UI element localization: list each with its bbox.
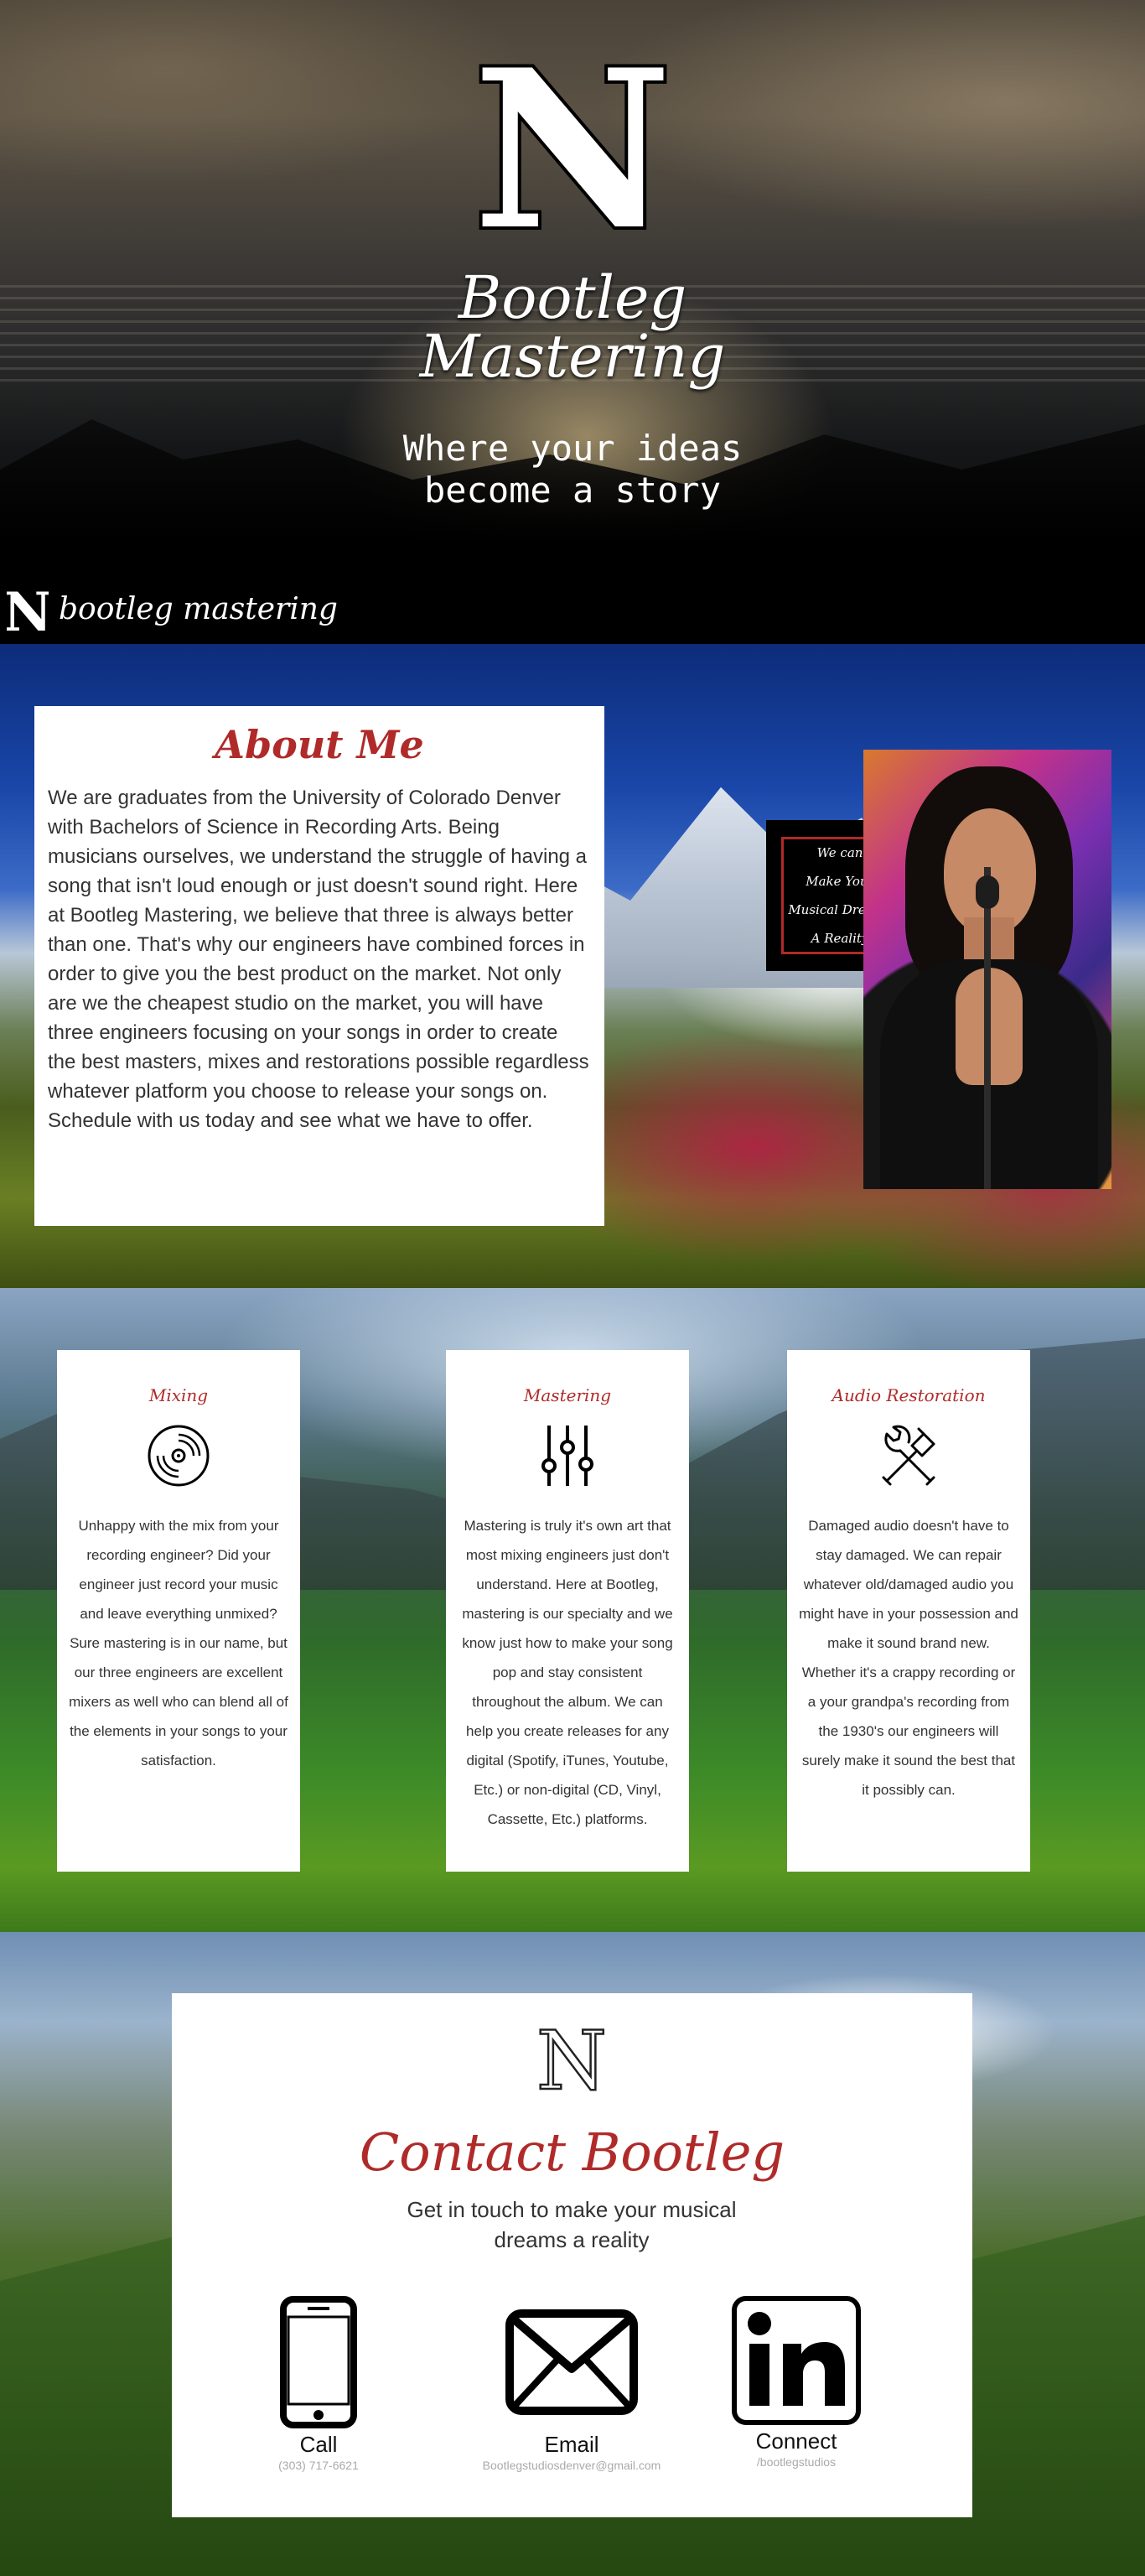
service-body: Unhappy with the mix from your recording… [69, 1518, 288, 1768]
vinyl-record-icon [148, 1425, 210, 1487]
contact-call-link[interactable]: Call (303) 717-6621 [214, 2295, 423, 2473]
service-card-mixing: Mixing Unhappy with the mix from your re… [57, 1350, 300, 1872]
singer-photo [863, 750, 1111, 1189]
contact-section: N Contact Bootleg Get in touch to make y… [0, 1932, 1145, 2576]
contact-linkedin-detail: /bootlegstudios [756, 2455, 837, 2469]
hero-tagline: Where your ideas become a story [402, 428, 743, 511]
contact-email-link[interactable]: Email Bootlegstudiosdenver@gmail.com [450, 2295, 693, 2473]
phone-icon [280, 2296, 357, 2428]
contact-email-label: Email [544, 2432, 599, 2457]
envelope-icon [505, 2309, 638, 2415]
contact-linkedin-link[interactable]: Connect /bootlegstudios [692, 2295, 901, 2470]
contact-email-detail: Bootlegstudiosdenver@gmail.com [482, 2459, 661, 2472]
microphone-stand [984, 867, 991, 1189]
service-body: Damaged audio doesn't have to stay damag… [799, 1518, 1018, 1798]
service-title: Audio Restoration [832, 1385, 986, 1405]
hero-logo-icon: N [476, 42, 669, 243]
microphone-icon [976, 875, 999, 909]
contact-heading: Contact Bootleg [359, 2122, 785, 2183]
about-body: We are graduates from the University of … [48, 787, 589, 1132]
hero-logo-letter: N [476, 42, 669, 243]
service-title: Mastering [523, 1385, 612, 1405]
nav-logo-letter: N [7, 584, 49, 634]
service-card-mastering: Mastering Mastering is truly it's own ar… [446, 1350, 689, 1872]
nav-brand-text: bootleg mastering [59, 591, 338, 626]
contact-linkedin-label: Connect [755, 2428, 837, 2454]
about-heading: About Me [215, 722, 424, 767]
contact-logo-icon: N [538, 2018, 605, 2096]
contact-call-detail: (303) 717-6621 [278, 2459, 359, 2472]
about-section: About Me We are graduates from the Unive… [0, 644, 1145, 1288]
about-card: About Me We are graduates from the Unive… [34, 706, 604, 1226]
hero-title-line2: Mastering [419, 322, 726, 391]
services-section: Mixing Unhappy with the mix from your re… [0, 1288, 1145, 1932]
contact-logo-letter: N [538, 2018, 605, 2096]
service-card-restoration: Audio Restoration Damaged audio doesn't … [787, 1350, 1030, 1872]
hero-title: Bootleg Mastering [363, 268, 782, 386]
service-body: Mastering is truly it's own art that mos… [462, 1518, 673, 1827]
tools-icon [882, 1425, 935, 1486]
nav-brand-link[interactable]: N bootleg mastering [7, 584, 338, 634]
service-title: Mixing [148, 1385, 209, 1405]
contact-subheading: Get in touch to make your musical dreams… [407, 2197, 737, 2252]
linkedin-icon [732, 2296, 861, 2425]
nav-logo-icon: N [7, 584, 49, 634]
equalizer-sliders-icon [541, 1426, 593, 1486]
contact-card: N Contact Bootleg Get in touch to make y… [172, 1993, 972, 2517]
contact-call-label: Call [299, 2432, 338, 2457]
hero-title-line1: Bootleg [458, 263, 687, 332]
hero-section: N Bootleg Mastering Where your ideas bec… [0, 0, 1145, 644]
